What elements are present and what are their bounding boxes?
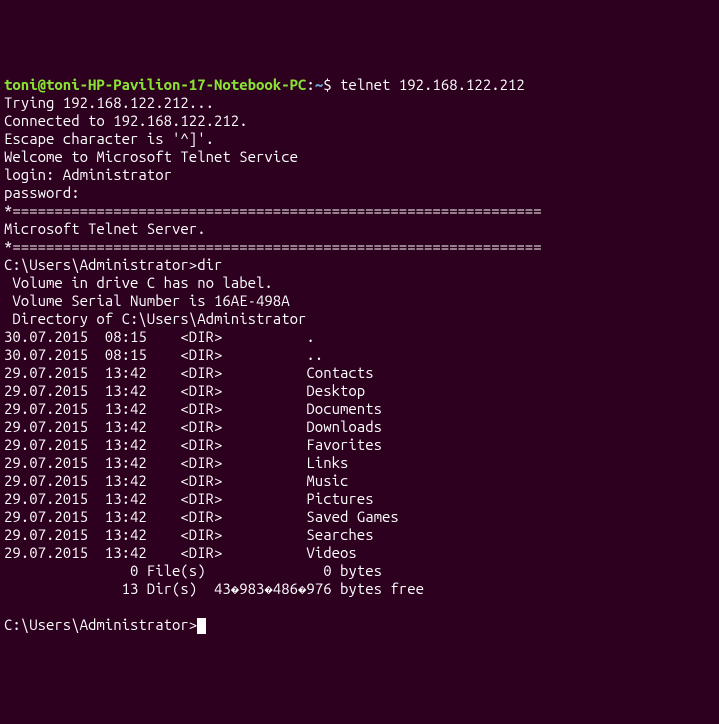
output-line: Escape character is '^]'. (4, 130, 715, 148)
directory-listing: 30.07.2015 08:15 <DIR> .30.07.2015 08:15… (4, 328, 715, 562)
dir-entry: 29.07.2015 13:42 <DIR> Documents (4, 400, 715, 418)
volume-label-line: Volume in drive C has no label. (4, 274, 715, 292)
dir-entry: 29.07.2015 13:42 <DIR> Music (4, 472, 715, 490)
password-line: password: (4, 184, 715, 202)
dir-command-line: C:\Users\Administrator>dir (4, 256, 715, 274)
dir-summary-line: 13 Dir(s) 43�983�486�976 bytes free (4, 580, 715, 598)
server-banner: Microsoft Telnet Server. (4, 220, 715, 238)
prompt-line: toni@toni-HP-Pavilion-17-Notebook-PC:~$ … (4, 76, 715, 94)
volume-serial-line: Volume Serial Number is 16AE-498A (4, 292, 715, 310)
dir-entry: 30.07.2015 08:15 <DIR> . (4, 328, 715, 346)
cursor-icon (197, 618, 206, 634)
dir-entry: 29.07.2015 13:42 <DIR> Downloads (4, 418, 715, 436)
separator-line: *=======================================… (4, 238, 715, 256)
dir-entry: 29.07.2015 13:42 <DIR> Favorites (4, 436, 715, 454)
prompt-colon: : (306, 76, 314, 93)
blank-line (4, 598, 715, 616)
dir-entry: 29.07.2015 13:42 <DIR> Links (4, 454, 715, 472)
file-summary-line: 0 File(s) 0 bytes (4, 562, 715, 580)
output-line: Trying 192.168.122.212... (4, 94, 715, 112)
dir-entry: 29.07.2015 13:42 <DIR> Searches (4, 526, 715, 544)
dir-entry: 29.07.2015 13:42 <DIR> Saved Games (4, 508, 715, 526)
output-line: Connected to 192.168.122.212. (4, 112, 715, 130)
dir-entry: 29.07.2015 13:42 <DIR> Videos (4, 544, 715, 562)
dir-entry: 30.07.2015 08:15 <DIR> .. (4, 346, 715, 364)
output-line: Welcome to Microsoft Telnet Service (4, 148, 715, 166)
separator-line: *=======================================… (4, 202, 715, 220)
terminal-window[interactable]: toni@toni-HP-Pavilion-17-Notebook-PC:~$ … (4, 76, 715, 634)
prompt-dollar: $ (323, 76, 340, 93)
final-prompt-line: C:\Users\Administrator> (4, 616, 715, 634)
prompt-path: ~ (315, 76, 323, 93)
command-text: telnet 192.168.122.212 (340, 76, 525, 93)
directory-of-line: Directory of C:\Users\Administrator (4, 310, 715, 328)
dir-entry: 29.07.2015 13:42 <DIR> Pictures (4, 490, 715, 508)
dir-entry: 29.07.2015 13:42 <DIR> Contacts (4, 364, 715, 382)
login-line: login: Administrator (4, 166, 715, 184)
prompt-user-host: toni@toni-HP-Pavilion-17-Notebook-PC (4, 76, 306, 93)
win-prompt: C:\Users\Administrator> (4, 616, 197, 633)
dir-entry: 29.07.2015 13:42 <DIR> Desktop (4, 382, 715, 400)
